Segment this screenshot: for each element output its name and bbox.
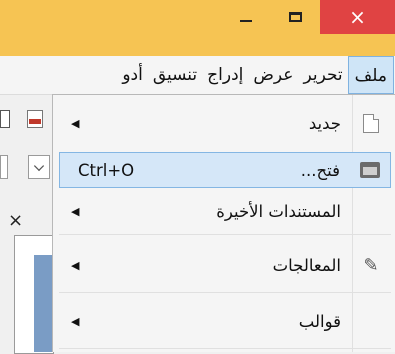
dropdown-field[interactable] [28, 155, 50, 179]
menu-tools[interactable]: أدو [117, 56, 148, 94]
shortcut-label: Ctrl+O [78, 160, 135, 180]
menu-separator [59, 292, 391, 293]
left-pane: × [0, 95, 54, 354]
window-titlebar: × [0, 0, 395, 56]
submenu-arrow-icon: ◀ [71, 204, 80, 218]
maximize-button[interactable] [272, 0, 318, 34]
menu-item-recent-documents[interactable]: المستندات الأخيرة ◀ [59, 195, 391, 227]
menu-item-wizards[interactable]: ✎ المعالجات ◀ [59, 245, 391, 285]
menu-separator [59, 234, 391, 235]
submenu-arrow-icon: ◀ [71, 314, 80, 328]
style-field[interactable] [0, 155, 8, 179]
menu-item-label: قوالب [298, 311, 341, 331]
close-button[interactable]: × [320, 0, 395, 34]
minimize-button[interactable] [222, 0, 270, 34]
menu-item-open[interactable]: فتح... Ctrl+O [59, 152, 391, 188]
submenu-arrow-icon: ◀ [71, 116, 80, 130]
new-document-icon [363, 113, 379, 133]
toolbar-icon[interactable] [0, 110, 10, 128]
folder-open-icon [360, 162, 380, 178]
menu-item-label: جديد [308, 113, 341, 133]
menu-format[interactable]: تنسيق [148, 56, 202, 94]
submenu-arrow-icon: ◀ [71, 258, 80, 272]
pdf-export-icon[interactable] [27, 110, 43, 128]
menu-item-new[interactable]: جديد ◀ [59, 107, 391, 139]
menu-view[interactable]: عرض [248, 56, 298, 94]
document-preview-fill [34, 255, 52, 352]
close-pane-icon[interactable]: × [8, 210, 23, 231]
menu-item-label: المستندات الأخيرة [216, 201, 341, 221]
menu-item-label: فتح... [300, 160, 340, 180]
menu-insert[interactable]: إدراج [202, 56, 248, 94]
menu-item-templates[interactable]: قوالب ◀ [59, 303, 391, 339]
minimize-icon [240, 20, 252, 22]
menu-edit[interactable]: تحرير [298, 56, 347, 94]
file-menu-dropdown: جديد ◀ فتح... Ctrl+O المستندات الأخيرة ◀… [52, 94, 395, 352]
menu-separator [59, 348, 391, 349]
close-icon: × [349, 5, 366, 29]
menu-item-label: المعالجات [272, 255, 341, 275]
menu-bar: ملف تحرير عرض إدراج تنسيق أدو [0, 56, 395, 95]
menu-file[interactable]: ملف [347, 56, 394, 94]
maximize-icon [288, 12, 302, 22]
wizard-wand-icon: ✎ [363, 254, 379, 276]
